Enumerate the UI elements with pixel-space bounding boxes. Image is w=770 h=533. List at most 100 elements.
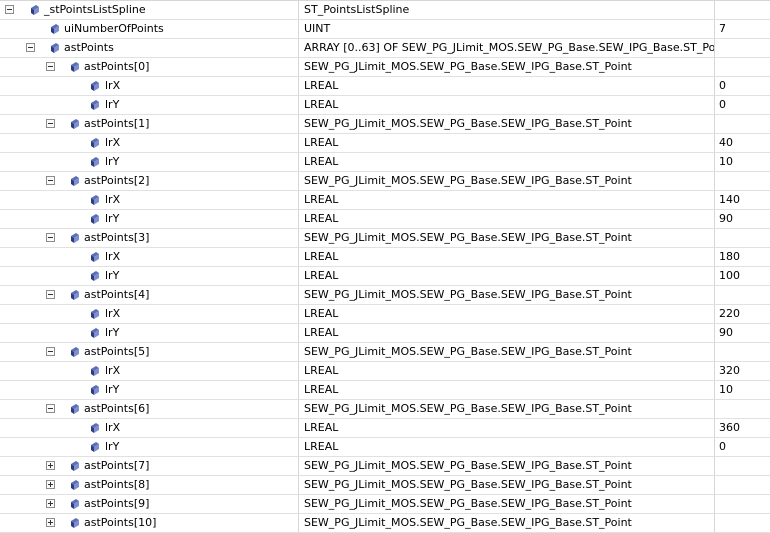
variable-name: lrX [105,421,121,434]
variable-icon [90,366,100,376]
type-cell: LREAL [298,419,714,437]
variable-name: lrX [105,79,121,92]
tree-row[interactable]: lrY LREAL 0 [0,438,770,457]
tree-row[interactable]: lrY LREAL 100 [0,267,770,286]
tree-row[interactable]: astPoints[4] SEW_PG_JLimit_MOS.SEW_PG_Bas… [0,286,770,305]
tree-row[interactable]: lrX LREAL 360 [0,419,770,438]
tree-row[interactable]: _stPointsListSpline ST_PointsListSpline [0,1,770,20]
name-cell: astPoints[3] [0,229,298,247]
type-cell: SEW_PG_JLimit_MOS.SEW_PG_Base.SEW_IPG_Ba… [298,286,714,304]
collapse-toggle-icon[interactable] [46,119,55,128]
expand-toggle-icon[interactable] [46,461,55,470]
tree-row[interactable]: astPoints[9] SEW_PG_JLimit_MOS.SEW_PG_Bas… [0,495,770,514]
value-cell[interactable]: 180 [714,248,770,266]
type-cell: ARRAY [0..63] OF SEW_PG_JLimit_MOS.SEW_P… [298,39,714,57]
value-cell[interactable]: 0 [714,438,770,456]
value-cell[interactable] [714,1,770,19]
type-cell: SEW_PG_JLimit_MOS.SEW_PG_Base.SEW_IPG_Ba… [298,476,714,494]
value-cell[interactable]: 10 [714,153,770,171]
value-cell[interactable]: 40 [714,134,770,152]
value-cell[interactable]: 140 [714,191,770,209]
collapse-toggle-icon[interactable] [46,62,55,71]
tree-row[interactable]: astPoints[8] SEW_PG_JLimit_MOS.SEW_PG_Bas… [0,476,770,495]
value-cell[interactable] [714,495,770,513]
name-cell: astPoints[5] [0,343,298,361]
expand-toggle-icon[interactable] [46,480,55,489]
value-cell[interactable]: 360 [714,419,770,437]
value-cell[interactable] [714,39,770,57]
name-cell: lrX [0,305,298,323]
variable-name: astPoints[8] [84,478,150,491]
value-cell[interactable] [714,476,770,494]
type-cell: LREAL [298,191,714,209]
name-cell: lrY [0,210,298,228]
value-cell[interactable] [714,343,770,361]
value-cell[interactable] [714,286,770,304]
variable-name: lrX [105,193,121,206]
tree-row[interactable]: lrY LREAL 10 [0,381,770,400]
type-cell: SEW_PG_JLimit_MOS.SEW_PG_Base.SEW_IPG_Ba… [298,514,714,532]
collapse-toggle-icon[interactable] [46,233,55,242]
tree-row[interactable]: lrX LREAL 40 [0,134,770,153]
collapse-toggle-icon[interactable] [46,176,55,185]
value-cell[interactable]: 100 [714,267,770,285]
value-cell[interactable]: 7 [714,20,770,38]
tree-row[interactable]: astPoints[1] SEW_PG_JLimit_MOS.SEW_PG_Bas… [0,115,770,134]
tree-row[interactable]: astPoints ARRAY [0..63] OF SEW_PG_JLimit_… [0,39,770,58]
tree-row[interactable]: astPoints[5] SEW_PG_JLimit_MOS.SEW_PG_Bas… [0,343,770,362]
value-cell[interactable] [714,514,770,532]
name-cell: lrY [0,324,298,342]
variable-icon [90,157,100,167]
value-cell[interactable]: 10 [714,381,770,399]
value-cell[interactable] [714,115,770,133]
value-cell[interactable]: 0 [714,77,770,95]
tree-row[interactable]: astPoints[10] SEW_PG_JLimit_MOS.SEW_PG_Ba… [0,514,770,533]
variable-name: lrY [105,440,120,453]
variable-name: lrX [105,250,121,263]
tree-row[interactable]: lrX LREAL 0 [0,77,770,96]
variable-name: lrY [105,269,120,282]
tree-row[interactable]: lrX LREAL 220 [0,305,770,324]
collapse-toggle-icon[interactable] [46,404,55,413]
type-cell: SEW_PG_JLimit_MOS.SEW_PG_Base.SEW_IPG_Ba… [298,115,714,133]
variable-icon [90,195,100,205]
value-cell[interactable]: 90 [714,324,770,342]
name-cell: astPoints[1] [0,115,298,133]
value-cell[interactable]: 320 [714,362,770,380]
value-cell[interactable]: 220 [714,305,770,323]
value-cell[interactable] [714,400,770,418]
type-cell: LREAL [298,267,714,285]
variable-icon [70,233,80,243]
value-cell[interactable] [714,172,770,190]
collapse-toggle-icon[interactable] [26,43,35,52]
name-cell: lrX [0,134,298,152]
tree-row[interactable]: lrY LREAL 10 [0,153,770,172]
value-cell[interactable]: 0 [714,96,770,114]
variable-icon [90,328,100,338]
collapse-toggle-icon[interactable] [46,347,55,356]
value-cell[interactable] [714,229,770,247]
expand-toggle-icon[interactable] [46,518,55,527]
name-cell: lrY [0,438,298,456]
tree-row[interactable]: astPoints[3] SEW_PG_JLimit_MOS.SEW_PG_Bas… [0,229,770,248]
tree-row[interactable]: lrY LREAL 90 [0,210,770,229]
tree-row[interactable]: astPoints[2] SEW_PG_JLimit_MOS.SEW_PG_Bas… [0,172,770,191]
tree-row[interactable]: lrY LREAL 90 [0,324,770,343]
tree-row[interactable]: lrX LREAL 140 [0,191,770,210]
variable-name: astPoints[9] [84,497,150,510]
tree-row[interactable]: astPoints[6] SEW_PG_JLimit_MOS.SEW_PG_Bas… [0,400,770,419]
value-cell[interactable] [714,457,770,475]
tree-row[interactable]: uiNumberOfPoints UINT 7 [0,20,770,39]
collapse-toggle-icon[interactable] [46,290,55,299]
variable-name: lrY [105,326,120,339]
value-cell[interactable]: 90 [714,210,770,228]
collapse-toggle-icon[interactable] [5,5,14,14]
tree-row[interactable]: astPoints[7] SEW_PG_JLimit_MOS.SEW_PG_Bas… [0,457,770,476]
tree-row[interactable]: astPoints[0] SEW_PG_JLimit_MOS.SEW_PG_Bas… [0,58,770,77]
value-cell[interactable] [714,58,770,76]
tree-row[interactable]: lrX LREAL 180 [0,248,770,267]
type-cell: LREAL [298,362,714,380]
expand-toggle-icon[interactable] [46,499,55,508]
tree-row[interactable]: lrX LREAL 320 [0,362,770,381]
tree-row[interactable]: lrY LREAL 0 [0,96,770,115]
